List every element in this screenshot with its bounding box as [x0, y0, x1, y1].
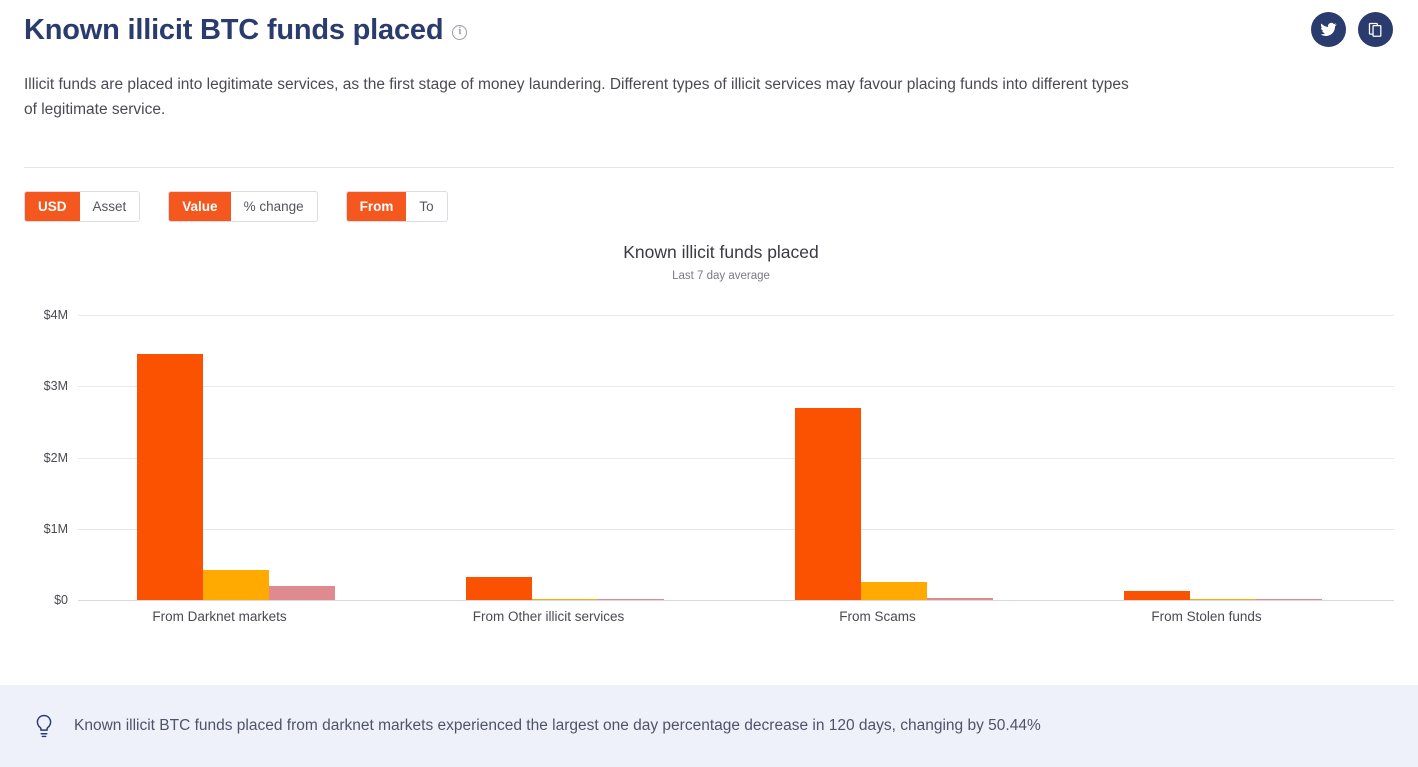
chart-subtitle: Last 7 day average	[672, 270, 770, 282]
page-title: Known illicit BTC funds placed	[24, 14, 444, 46]
toggle-option-value[interactable]: Value	[169, 192, 231, 221]
currency-toggle: USD Asset	[24, 191, 141, 222]
insight-text: Known illicit BTC funds placed from dark…	[74, 717, 1041, 734]
bar-groups: From Darknet markets From Other illicit s…	[78, 315, 1394, 624]
bar-group: From Other illicit services	[407, 315, 736, 624]
bar[interactable]	[1190, 598, 1257, 600]
copy-button[interactable]	[1358, 12, 1393, 47]
bar-group: From Darknet markets	[78, 315, 407, 624]
copy-icon	[1367, 21, 1384, 38]
y-axis-tick-label: $0	[54, 593, 68, 607]
toggle-option-from[interactable]: From	[346, 192, 407, 221]
info-circle-icon[interactable]: i	[452, 24, 468, 40]
chart-page: Known illicit BTC funds placed i Illicit…	[0, 0, 1418, 767]
insight-banner: Known illicit BTC funds placed from dark…	[0, 685, 1418, 767]
bar[interactable]	[795, 407, 862, 600]
bars	[407, 315, 736, 600]
bar[interactable]	[927, 597, 994, 600]
chart-title: Known illicit funds placed	[623, 242, 819, 262]
bars	[78, 315, 407, 600]
bar[interactable]	[532, 598, 599, 600]
x-axis-label: From Darknet markets	[152, 609, 287, 624]
bar[interactable]	[861, 582, 928, 600]
chart-container: Known illicit funds placed Last 7 day av…	[24, 240, 1394, 640]
y-axis-tick-label: $1M	[43, 521, 68, 536]
twitter-icon	[1320, 21, 1337, 38]
y-axis-tick-label: $4M	[43, 308, 68, 322]
y-axis-tick-label: $2M	[43, 450, 68, 465]
bars	[736, 315, 1065, 600]
toggle-option-usd[interactable]: USD	[25, 192, 80, 221]
lightbulb-icon	[30, 713, 58, 739]
bar-group: From Stolen funds	[1065, 315, 1394, 624]
bar-group: From Scams	[736, 315, 1065, 624]
toggle-option-asset[interactable]: Asset	[79, 192, 140, 221]
bar[interactable]	[203, 570, 270, 600]
page-header: Known illicit BTC funds placed i Illicit…	[24, 10, 1394, 122]
bar[interactable]	[466, 576, 533, 600]
chart-plot: $0 $1M $2M $3M $4M From Darknet markets From …	[24, 308, 1394, 640]
bar[interactable]	[137, 354, 204, 600]
metric-toggle: Value % change	[168, 191, 318, 222]
bar[interactable]	[1124, 591, 1191, 600]
direction-toggle: From To	[345, 191, 448, 222]
toggle-option-to[interactable]: To	[406, 192, 447, 221]
page-description: Illicit funds are placed into legitimate…	[24, 76, 1129, 118]
share-buttons	[1311, 12, 1393, 47]
bar[interactable]	[598, 599, 665, 600]
y-axis-tick-label: $3M	[43, 379, 68, 394]
bar[interactable]	[269, 586, 336, 600]
header-divider	[24, 167, 1394, 168]
gridline	[78, 600, 1394, 601]
x-axis-label: From Stolen funds	[1151, 609, 1262, 624]
bars	[1065, 315, 1394, 600]
bar[interactable]	[1256, 599, 1323, 600]
twitter-share-button[interactable]	[1311, 12, 1346, 47]
toggle-controls: USD Asset Value % change From To	[24, 191, 448, 222]
x-axis-label: From Scams	[839, 609, 916, 624]
toggle-option-percent-change[interactable]: % change	[230, 192, 317, 221]
x-axis-label: From Other illicit services	[472, 609, 625, 624]
title-row: Known illicit BTC funds placed i	[24, 10, 1394, 50]
